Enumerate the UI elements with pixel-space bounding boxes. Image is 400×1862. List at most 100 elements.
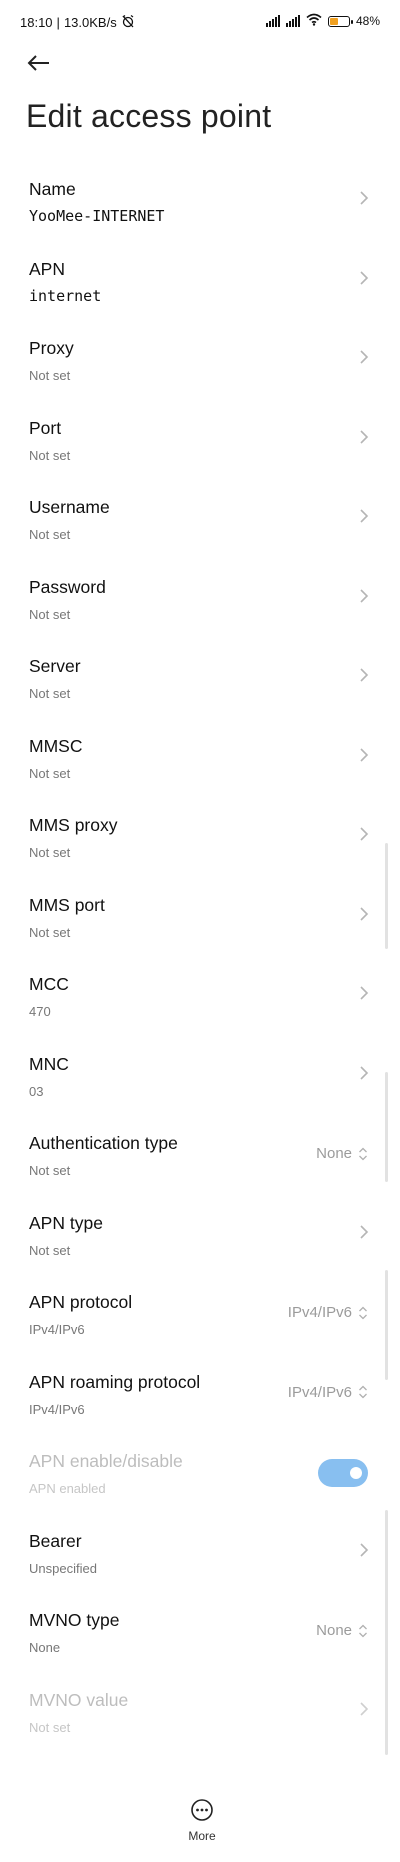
pref-value: Not set [29, 368, 71, 383]
chevron-right-icon [360, 588, 369, 603]
pref-value: Not set [29, 1163, 71, 1178]
chevron-right-icon [360, 429, 369, 444]
status-right: 48% [265, 13, 380, 29]
pref-value: YooMee-INTERNET [29, 207, 165, 225]
pref-label: Name [29, 179, 76, 199]
pref-label: Username [29, 497, 110, 517]
up-down-arrows-icon [359, 1385, 367, 1399]
pref-label: APN [29, 258, 65, 279]
pref-label: Proxy [29, 338, 74, 358]
pref-value: internet [29, 286, 102, 305]
chevron-right-icon [360, 1701, 369, 1716]
status-time: 18:10 [20, 15, 53, 30]
selected-value-text: IPv4/IPv6 [287, 1383, 352, 1401]
pref-row-password[interactable]: Password Not set [0, 563, 400, 643]
status-separator: | [56, 15, 60, 30]
apn-enable-toggle[interactable] [318, 1459, 368, 1487]
back-button[interactable] [24, 48, 54, 78]
battery-percent: 48% [355, 14, 380, 28]
pref-value: None [29, 1640, 61, 1655]
battery-icon [327, 15, 353, 27]
battery-fill [329, 17, 339, 25]
pref-row-mmsc[interactable]: MMSC Not set [0, 722, 400, 802]
up-down-arrows-icon [359, 1147, 367, 1160]
pref-value: 470 [29, 1004, 51, 1019]
status-left: 18:10 | 13.0KB/s [20, 14, 135, 31]
pref-row-apn-type[interactable]: APN type Not set [0, 1199, 400, 1279]
pref-label: MMS port [29, 894, 105, 915]
selected-value: IPv4/IPv6 [288, 1384, 368, 1401]
pref-label: APN enable/disable [29, 1451, 183, 1471]
pref-row-authentication-type[interactable]: Authentication type Not set None [0, 1119, 400, 1199]
pref-label: MVNO type [29, 1610, 120, 1630]
scroll-indicator [385, 843, 388, 949]
pref-label: Password [29, 576, 106, 597]
alarm-off-icon [121, 14, 135, 31]
pref-label: Authentication type [29, 1133, 178, 1153]
selected-value: None [316, 1145, 368, 1162]
selected-value: None [316, 1622, 368, 1639]
pref-label: MCC [29, 974, 69, 994]
pref-row-apn[interactable]: APN internet [0, 245, 400, 325]
more-icon [191, 1799, 213, 1821]
pref-label: Server [29, 656, 81, 676]
more-label: More [188, 1829, 216, 1843]
selected-value-text: None [316, 1622, 352, 1639]
pref-row-proxy[interactable]: Proxy Not set [0, 324, 400, 404]
pref-value: Not set [29, 527, 71, 542]
pref-row-mms-port[interactable]: MMS port Not set [0, 881, 400, 961]
pref-value: IPv4/IPv6 [29, 1401, 85, 1417]
signal-icon [265, 15, 280, 27]
pref-row-port[interactable]: Port Not set [0, 404, 400, 484]
pref-value: Not set [29, 1719, 71, 1735]
chevron-right-icon [360, 509, 369, 523]
pref-label: APN protocol [29, 1292, 133, 1312]
battery-value: 48 [355, 14, 370, 28]
selected-value-text: IPv4/IPv6 [287, 1304, 352, 1321]
chevron-right-icon [360, 906, 369, 921]
network-speed: 13.0KB/s [63, 15, 117, 30]
pref-label: Bearer [29, 1530, 82, 1551]
chevron-right-icon [360, 1224, 369, 1239]
pref-row-apn-roaming-protocol[interactable]: APN roaming protocol IPv4/IPv6 IPv4/IPv6 [0, 1358, 400, 1438]
pref-value: Unspecified [29, 1560, 97, 1576]
chevron-right-icon [360, 350, 369, 364]
chevron-right-icon [360, 191, 369, 205]
selected-value: IPv4/IPv6 [288, 1304, 368, 1321]
scroll-indicator [385, 1510, 388, 1755]
scroll-indicator [385, 1270, 388, 1380]
status-bar: 18:10 | 13.0KB/s 48% [0, 0, 400, 44]
pref-value: Not set [29, 1242, 71, 1258]
settings-list: Name YooMee-INTERNET APN internet Proxy Not s… [0, 165, 400, 1755]
pref-row-mcc[interactable]: MCC 470 [0, 960, 400, 1040]
pref-row-server[interactable]: Server Not set [0, 642, 400, 722]
toggle-knob [350, 1467, 362, 1479]
pref-row-bearer[interactable]: Bearer Unspecified [0, 1517, 400, 1597]
pref-row-mvno-type[interactable]: MVNO type None None [0, 1596, 400, 1676]
pref-label: MNC [29, 1053, 69, 1074]
chevron-right-icon [360, 1542, 369, 1557]
pref-label: Port [29, 417, 62, 438]
pref-row-username[interactable]: Username Not set [0, 483, 400, 563]
pref-value: Not set [29, 845, 71, 860]
chevron-right-icon [360, 1065, 369, 1080]
pref-row-mnc[interactable]: MNC 03 [0, 1040, 400, 1120]
pref-label: MMS proxy [29, 815, 118, 835]
pref-label: MMSC [29, 735, 83, 756]
pref-row-name[interactable]: Name YooMee-INTERNET [0, 165, 400, 245]
pref-value: IPv4/IPv6 [29, 1322, 85, 1337]
pref-row-mvno-value: MVNO value Not set [0, 1676, 400, 1756]
pref-value: Not set [29, 686, 71, 701]
pref-row-mms-proxy[interactable]: MMS proxy Not set [0, 801, 400, 881]
more-button[interactable]: More [178, 1798, 226, 1843]
chevron-right-icon [360, 827, 369, 841]
pref-label: APN type [29, 1212, 103, 1233]
up-down-arrows-icon [359, 1306, 367, 1319]
pref-row-apn-protocol[interactable]: APN protocol IPv4/IPv6 IPv4/IPv6 [0, 1278, 400, 1358]
chevron-right-icon [360, 270, 369, 285]
scroll-indicator [385, 1072, 388, 1182]
pref-value: Not set [29, 924, 71, 940]
wifi-icon [306, 13, 322, 29]
signal-2-icon [285, 15, 300, 27]
chevron-right-icon [360, 668, 369, 682]
